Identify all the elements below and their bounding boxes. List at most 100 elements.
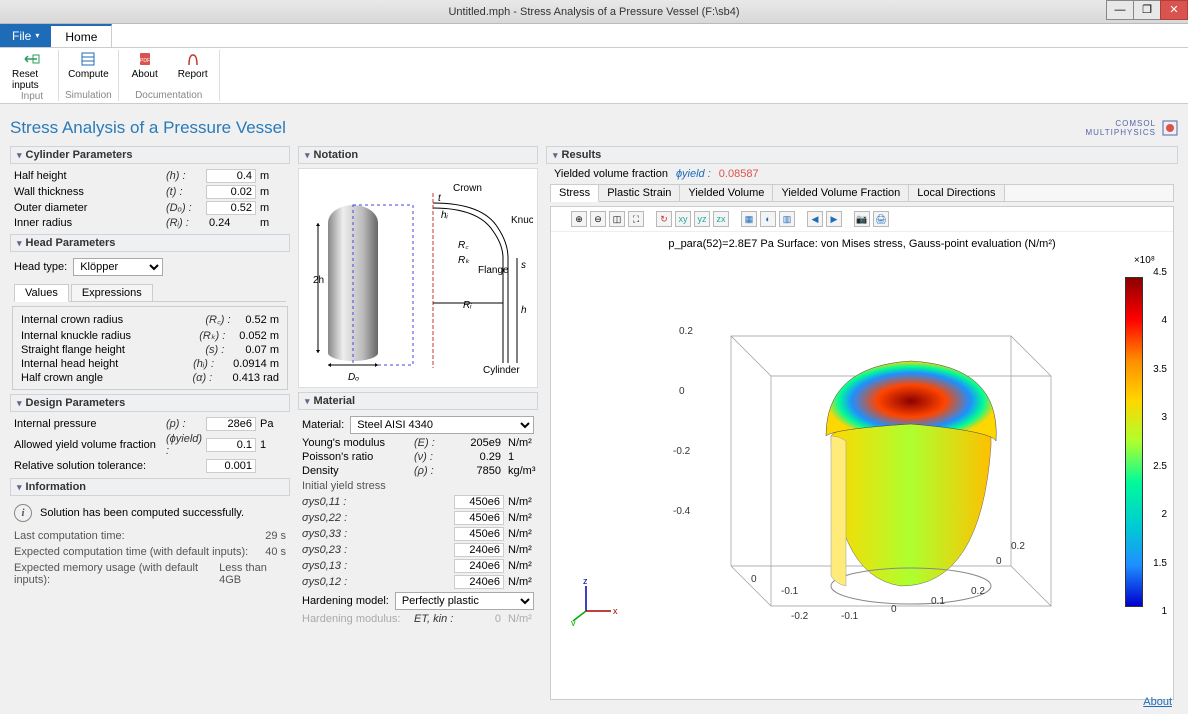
page-title: Stress Analysis of a Pressure Vessel — [10, 118, 286, 138]
hardening-model-select[interactable]: Perfectly plastic — [395, 592, 534, 610]
s011-label: σys0,11 : — [302, 496, 362, 508]
material-header[interactable]: Material — [298, 392, 538, 410]
view-zx-icon[interactable]: zx — [713, 211, 729, 227]
report-button[interactable]: Report — [173, 50, 213, 80]
s022-input[interactable] — [454, 511, 504, 525]
transparency-icon[interactable]: ▥ — [779, 211, 795, 227]
colorbar-ticks: 4.5 4 3.5 3 2.5 2 1.5 1 — [1153, 267, 1167, 617]
prev-icon[interactable]: ◀ — [807, 211, 823, 227]
svg-text:2h: 2h — [313, 275, 324, 286]
head-type-select[interactable]: Klöpper — [73, 258, 163, 276]
view-yz-icon[interactable]: yz — [694, 211, 710, 227]
zoom-extents-icon[interactable]: ⛶ — [628, 211, 644, 227]
zoom-box-icon[interactable]: ◫ — [609, 211, 625, 227]
s033-label: σys0,33 : — [302, 528, 362, 540]
yield-fraction-input[interactable] — [206, 438, 256, 452]
s013-label: σys0,13 : — [302, 560, 362, 572]
svg-text:t: t — [438, 193, 442, 204]
half-height-input[interactable] — [206, 169, 256, 183]
svg-text:z: z — [583, 576, 588, 586]
rel-tol-input[interactable] — [206, 459, 256, 473]
compute-button[interactable]: Compute — [68, 50, 108, 80]
s012-input[interactable] — [454, 575, 504, 589]
light-icon[interactable]: ◐ — [760, 211, 776, 227]
head-tab-values[interactable]: Values — [14, 284, 69, 302]
plot-title: p_para(52)=2.8E7 Pa Surface: von Mises s… — [551, 232, 1173, 256]
head-tab-expressions[interactable]: Expressions — [71, 284, 153, 301]
yvf-symbol: ϕyield : — [676, 168, 711, 180]
zoom-out-icon[interactable]: ⊖ — [590, 211, 606, 227]
maximize-button[interactable]: ❐ — [1133, 0, 1161, 20]
svg-text:R꜀: R꜀ — [458, 240, 469, 251]
internal-pressure-input[interactable] — [206, 417, 256, 431]
pdf-icon: PDF — [135, 50, 155, 68]
results-header[interactable]: Results — [546, 146, 1178, 164]
s033-input[interactable] — [454, 527, 504, 541]
notation-header[interactable]: Notation — [298, 146, 538, 164]
s013-input[interactable] — [454, 559, 504, 573]
svg-text:Knuckle: Knuckle — [511, 215, 533, 226]
file-menu-label: File — [12, 29, 31, 43]
reset-icon — [22, 50, 42, 68]
report-label: Report — [178, 69, 208, 80]
tab-plastic-strain[interactable]: Plastic Strain — [599, 185, 680, 201]
about-button[interactable]: PDF About — [125, 50, 165, 80]
about-label: About — [132, 69, 158, 80]
icr-label: Internal crown radius — [21, 314, 205, 326]
view-xy-icon[interactable]: xy — [675, 211, 691, 227]
material-select[interactable]: Steel AISI 4340 — [350, 416, 534, 434]
svg-text:hᵢ: hᵢ — [441, 210, 449, 221]
wall-thickness-label: Wall thickness — [14, 186, 166, 198]
cylinder-params-header[interactable]: Cylinder Parameters — [10, 146, 290, 164]
yield-fraction-label: Allowed yield volume fraction — [14, 439, 166, 451]
zoom-in-icon[interactable]: ⊕ — [571, 211, 587, 227]
tab-home[interactable]: Home — [51, 24, 112, 47]
head-type-label: Head type: — [14, 261, 67, 273]
ikr-value: 0.052 m — [239, 330, 279, 342]
svg-text:Flange: Flange — [478, 265, 509, 276]
ikr-label: Internal knuckle radius — [21, 330, 199, 342]
vessel-3d-plot[interactable] — [671, 286, 1071, 656]
outer-diameter-input[interactable] — [206, 201, 256, 215]
design-params-header[interactable]: Design Parameters — [10, 394, 290, 412]
colorbar-exponent: ×10⁸ — [1134, 255, 1155, 266]
expected-mem-value: Less than 4GB — [219, 562, 286, 586]
tab-yielded-volume[interactable]: Yielded Volume — [680, 185, 773, 201]
report-icon — [183, 50, 203, 68]
s011-input[interactable] — [454, 495, 504, 509]
expected-mem-label: Expected memory usage (with default inpu… — [14, 562, 219, 586]
footer-about-link[interactable]: About — [1143, 696, 1172, 708]
rotate-icon[interactable]: ↻ — [656, 211, 672, 227]
file-menu-button[interactable]: File ▾ — [0, 24, 51, 47]
tab-yielded-volume-fraction[interactable]: Yielded Volume Fraction — [773, 185, 909, 201]
tab-stress[interactable]: Stress — [551, 185, 599, 202]
close-button[interactable]: ✕ — [1160, 0, 1188, 20]
yvf-value: 0.08587 — [719, 168, 759, 180]
reset-inputs-button[interactable]: Reset inputs — [12, 50, 52, 91]
snapshot-icon[interactable]: 📷 — [854, 211, 870, 227]
s023-input[interactable] — [454, 543, 504, 557]
svg-text:h: h — [521, 305, 527, 316]
next-icon[interactable]: ▶ — [826, 211, 842, 227]
head-params-header[interactable]: Head Parameters — [10, 234, 290, 252]
information-header[interactable]: Information — [10, 478, 290, 496]
svg-text:Cylinder: Cylinder — [483, 365, 520, 376]
grid-icon[interactable]: ▦ — [741, 211, 757, 227]
ribbon-group-input: Input — [21, 91, 43, 102]
plot-area: ⊕ ⊖ ◫ ⛶ ↻ xy yz zx ▦ ◐ ▥ ◀ ▶ — [550, 206, 1174, 700]
compute-icon — [78, 50, 98, 68]
minimize-button[interactable]: — — [1106, 0, 1134, 20]
info-message: Solution has been computed successfully. — [40, 507, 244, 519]
sfh-label: Straight flange height — [21, 344, 205, 356]
brand-icon — [1162, 120, 1178, 136]
brand-logo: COMSOLMULTIPHYSICS — [1085, 119, 1156, 137]
wall-thickness-input[interactable] — [206, 185, 256, 199]
last-comp-time-value: 29 s — [265, 530, 286, 542]
svg-text:PDF: PDF — [140, 58, 150, 64]
tab-local-directions[interactable]: Local Directions — [909, 185, 1004, 201]
hardening-modulus-label: Hardening modulus: — [302, 613, 414, 625]
print-icon[interactable]: 🖨 — [873, 211, 889, 227]
colorbar — [1125, 277, 1143, 607]
info-icon: i — [14, 504, 32, 522]
compute-label: Compute — [68, 69, 109, 80]
